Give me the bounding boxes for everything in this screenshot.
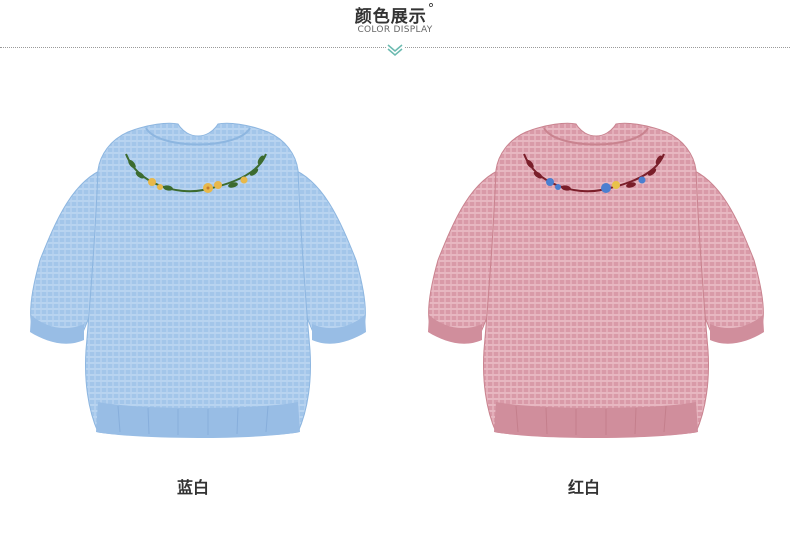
chevron-down-icon <box>386 42 404 56</box>
color-label-red-white: 红白 <box>567 478 600 497</box>
color-label-blue-white: 蓝白 <box>176 478 209 497</box>
section-title: 颜色展示° <box>354 2 436 27</box>
product-image-blue-white[interactable] <box>28 110 368 440</box>
section-subtitle: COLOR DISPLAY <box>357 25 433 35</box>
product-image-red-white[interactable] <box>426 110 766 440</box>
section-header: 颜色展示° COLOR DISPLAY <box>0 0 790 60</box>
